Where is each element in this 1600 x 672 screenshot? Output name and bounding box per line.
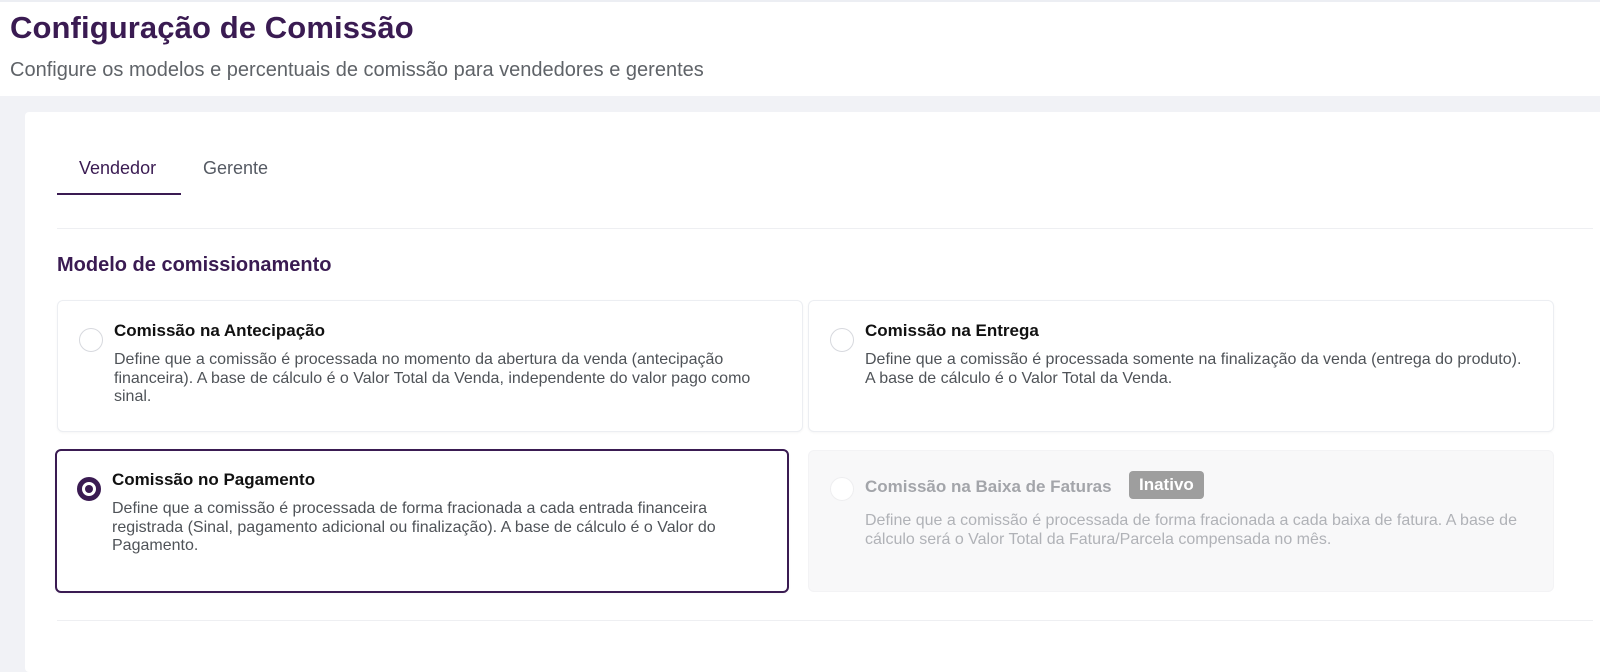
option-title: Comissão no Pagamento <box>112 470 316 489</box>
option-description: Define que a comissão é processada de fo… <box>865 512 1517 548</box>
status-badge: Inativo <box>1129 471 1204 499</box>
page-title: Configuração de Comissão <box>10 10 414 45</box>
radio-button-disabled <box>830 477 854 501</box>
option-description: Define que a comissão é processada somen… <box>865 351 1522 387</box>
option-title: Comissão na Baixa de Faturas <box>865 477 1112 496</box>
option-comissao-pagamento[interactable]: Comissão no Pagamento Define que a comis… <box>55 449 789 593</box>
radio-button[interactable] <box>830 328 854 352</box>
option-title: Comissão na Entrega <box>865 321 1039 340</box>
tab-bar: Vendedor Gerente <box>57 152 1593 229</box>
option-description: Define que a comissão é processada no mo… <box>114 351 751 405</box>
commission-config-card: Vendedor Gerente Modelo de comissionamen… <box>25 112 1600 672</box>
option-comissao-antecipacao[interactable]: Comissão na Antecipação Define que a com… <box>57 300 803 432</box>
tab-vendedor[interactable]: Vendedor <box>57 152 181 195</box>
tab-gerente[interactable]: Gerente <box>181 152 290 195</box>
divider <box>57 620 1593 621</box>
option-comissao-baixa-faturas: Comissão na Baixa de Faturas Inativo Def… <box>808 450 1554 592</box>
page-subtitle: Configure os modelos e percentuais de co… <box>10 59 704 81</box>
section-title: Modelo de comissionamento <box>57 254 332 276</box>
option-description: Define que a comissão é processada de fo… <box>112 500 716 554</box>
radio-button[interactable] <box>79 328 103 352</box>
radio-button-selected[interactable] <box>77 477 101 501</box>
page-header: Configuração de Comissão Configure os mo… <box>0 0 1600 96</box>
option-title: Comissão na Antecipação <box>114 321 325 340</box>
option-comissao-entrega[interactable]: Comissão na Entrega Define que a comissã… <box>808 300 1554 432</box>
